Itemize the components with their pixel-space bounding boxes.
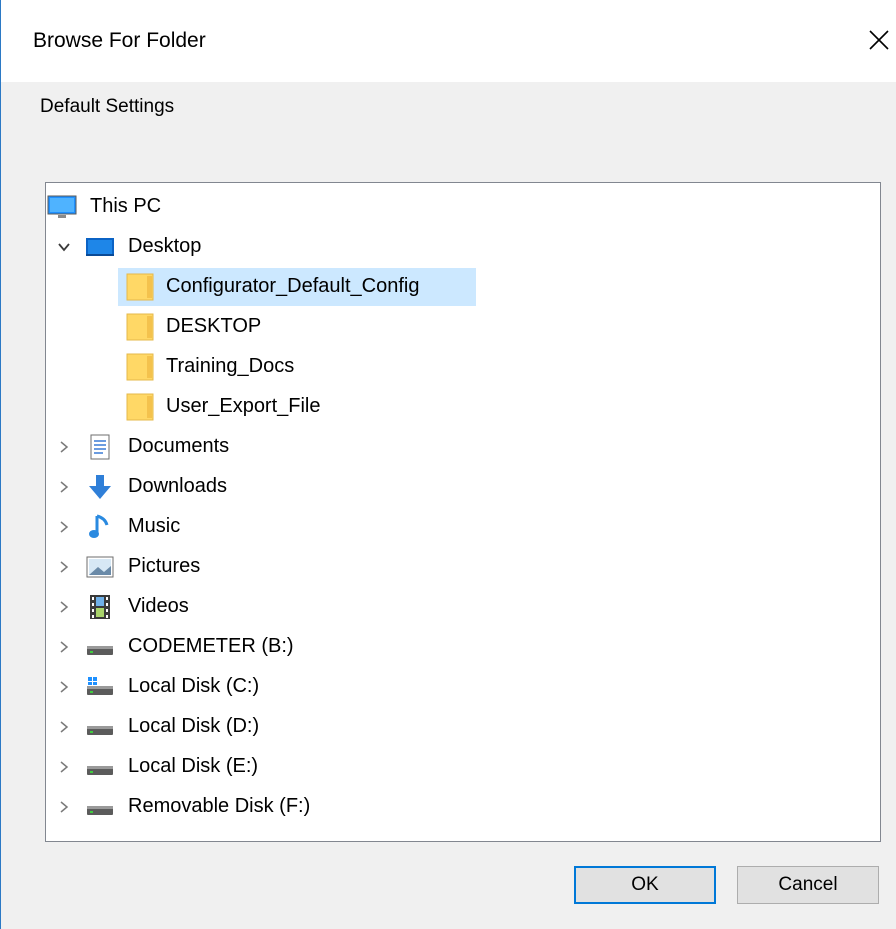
expand-toggle[interactable] [54, 477, 74, 497]
tree-item[interactable]: Removable Disk (F:) [46, 787, 880, 827]
title-bar[interactable]: Browse For Folder [1, 0, 896, 82]
chevron-right-icon [60, 441, 69, 453]
drive-icon [84, 713, 116, 741]
tree-item-label: Music [128, 515, 181, 537]
chevron-right-icon [60, 681, 69, 693]
browse-for-folder-dialog: Browse For Folder Default Settings This … [0, 0, 896, 929]
expand-toggle[interactable] [54, 517, 74, 537]
desktop-icon [84, 233, 116, 261]
ok-button[interactable]: OK [574, 866, 716, 904]
tree-item-label: User_Export_File [166, 395, 321, 417]
window-title: Browse For Folder [33, 29, 206, 52]
tree-item-label: Local Disk (C:) [128, 675, 260, 697]
chevron-down-icon [58, 243, 70, 252]
drive-icon [84, 793, 116, 821]
drive-icon [84, 753, 116, 781]
expand-toggle[interactable] [54, 597, 74, 617]
expand-toggle[interactable] [54, 437, 74, 457]
drive-icon [84, 633, 116, 661]
tree-item[interactable]: Local Disk (E:) [46, 747, 880, 787]
expand-toggle[interactable] [54, 717, 74, 737]
tree-item-label: DESKTOP [166, 315, 262, 337]
pictures-icon [84, 553, 116, 581]
tree-item-label: Documents [128, 435, 230, 457]
tree-item[interactable]: Local Disk (D:) [46, 707, 880, 747]
tree-item[interactable]: Downloads [46, 467, 880, 507]
collapse-toggle[interactable] [54, 237, 74, 257]
chevron-right-icon [60, 481, 69, 493]
tree-item[interactable]: Pictures [46, 547, 880, 587]
chevron-right-icon [60, 801, 69, 813]
tree-item[interactable]: Configurator_Default_Config [46, 267, 880, 307]
tree-item-label: Desktop [128, 235, 202, 257]
folder-icon [124, 273, 156, 301]
folder-icon [124, 313, 156, 341]
tree-item[interactable]: User_Export_File [46, 387, 880, 427]
chevron-right-icon [60, 641, 69, 653]
chevron-right-icon [60, 561, 69, 573]
tree-item[interactable]: Music [46, 507, 880, 547]
folder-icon [124, 353, 156, 381]
expand-toggle[interactable] [54, 757, 74, 777]
downloads-icon [84, 473, 116, 501]
tree-item-label: Local Disk (D:) [128, 715, 260, 737]
expand-toggle[interactable] [54, 637, 74, 657]
chevron-right-icon [60, 761, 69, 773]
tree-item-label: Videos [128, 595, 189, 617]
tree-item-label: Removable Disk (F:) [128, 795, 311, 817]
videos-icon [84, 593, 116, 621]
documents-icon [84, 433, 116, 461]
tree-item-label: Downloads [128, 475, 227, 497]
cancel-button[interactable]: Cancel [737, 866, 879, 904]
folder-tree[interactable]: This PC Desktop Configurator_Default_Confi… [45, 182, 881, 842]
tree-item-label: Configurator_Default_Config [166, 275, 420, 297]
dialog-description: Default Settings [40, 96, 175, 117]
tree-item-label: This PC [90, 195, 162, 217]
tree-item-label: Local Disk (E:) [128, 755, 259, 777]
chevron-right-icon [60, 601, 69, 613]
tree-item[interactable]: Desktop [46, 227, 880, 267]
tree-item-label: Pictures [128, 555, 201, 577]
tree-item[interactable]: CODEMETER (B:) [46, 627, 880, 667]
tree-item[interactable]: Local Disk (C:) [46, 667, 880, 707]
system-drive-icon [84, 673, 116, 701]
music-icon [84, 513, 116, 541]
expand-toggle[interactable] [54, 677, 74, 697]
tree-item[interactable]: This PC [46, 187, 880, 227]
computer-icon [46, 193, 78, 221]
tree-item[interactable]: Training_Docs [46, 347, 880, 387]
close-icon [869, 30, 889, 50]
chevron-right-icon [60, 521, 69, 533]
tree-item-label: CODEMETER (B:) [128, 635, 294, 657]
expand-toggle[interactable] [54, 797, 74, 817]
tree-item-label: Training_Docs [166, 355, 295, 377]
tree-item[interactable]: Videos [46, 587, 880, 627]
chevron-right-icon [60, 721, 69, 733]
expand-toggle[interactable] [54, 557, 74, 577]
close-button[interactable] [861, 22, 896, 58]
folder-icon [124, 393, 156, 421]
tree-item[interactable]: DESKTOP [46, 307, 880, 347]
tree-item[interactable]: Documents [46, 427, 880, 467]
